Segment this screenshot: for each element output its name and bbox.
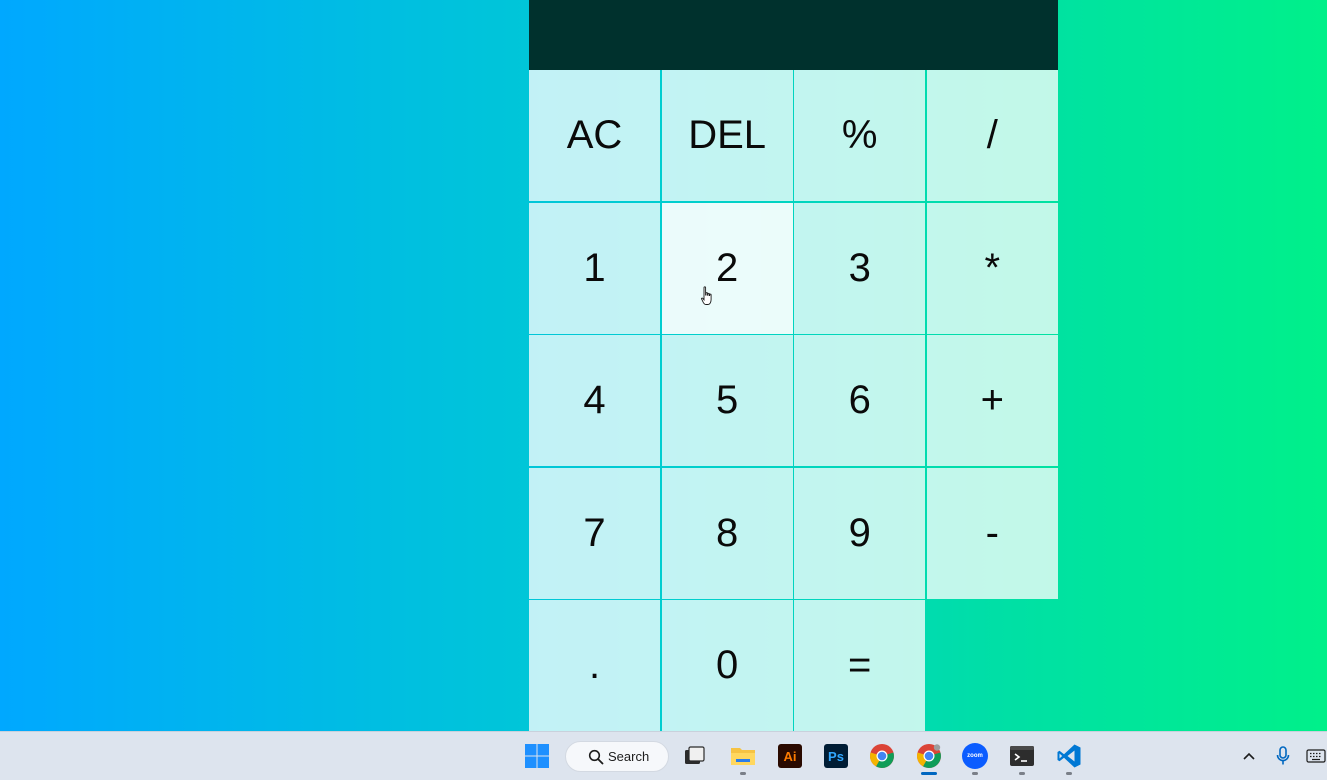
chrome-icon[interactable] xyxy=(868,742,896,770)
running-indicator xyxy=(1066,772,1072,775)
percent-button[interactable]: % xyxy=(794,70,926,201)
microphone-icon[interactable] xyxy=(1274,744,1292,768)
add-button[interactable]: + xyxy=(926,335,1058,467)
chevron-up-icon[interactable] xyxy=(1240,744,1258,768)
taskbar: Search Ai Ps zoom xyxy=(0,731,1327,780)
subtract-button[interactable]: - xyxy=(926,467,1058,599)
digit-5-button[interactable]: 5 xyxy=(661,335,793,467)
calculator: AC DEL%/ 1 2 3 * 4 5 6 +7 8 9-. 0 = xyxy=(529,0,1058,732)
multiply-button[interactable]: * xyxy=(926,202,1058,334)
windows-start-icon[interactable] xyxy=(523,742,551,770)
digit-4-button[interactable]: 4 xyxy=(529,335,660,467)
digit-2-button[interactable]: 2 xyxy=(661,202,793,334)
running-indicator xyxy=(740,772,746,775)
task-view-icon[interactable] xyxy=(680,742,708,770)
chrome-dev-icon[interactable] xyxy=(915,742,943,775)
keypad: AC DEL%/ 1 2 3 * 4 5 6 +7 8 9-. 0 = xyxy=(529,70,1058,732)
running-indicator xyxy=(972,772,978,775)
digit-6-button[interactable]: 6 xyxy=(794,335,926,467)
taskbar-search-box[interactable]: Search xyxy=(565,741,669,772)
digit-7-button[interactable]: 7 xyxy=(529,467,660,599)
delete-button[interactable]: DEL xyxy=(661,70,793,201)
digit-8-button[interactable]: 8 xyxy=(661,467,793,599)
adobe-photoshop-icon[interactable]: Ps xyxy=(822,742,850,770)
decimal-button[interactable]: . xyxy=(529,600,660,732)
active-indicator xyxy=(921,772,937,775)
calculator-display xyxy=(529,0,1058,70)
zoom-icon[interactable]: zoom xyxy=(961,742,989,775)
search-label: Search xyxy=(608,749,650,764)
equals-button[interactable]: = xyxy=(794,600,926,732)
running-indicator xyxy=(1019,772,1025,775)
all-clear-button[interactable]: AC xyxy=(529,70,660,201)
adobe-illustrator-icon[interactable]: Ai xyxy=(776,742,804,770)
file-explorer-icon[interactable] xyxy=(729,742,757,775)
vscode-icon[interactable] xyxy=(1055,742,1083,775)
search-icon xyxy=(588,749,604,765)
digit-0-button[interactable]: 0 xyxy=(661,600,793,732)
divide-button[interactable]: / xyxy=(926,70,1058,201)
digit-1-button[interactable]: 1 xyxy=(529,202,660,334)
digit-3-button[interactable]: 3 xyxy=(794,202,926,334)
digit-9-button[interactable]: 9 xyxy=(794,467,926,599)
hand-cursor-icon xyxy=(701,286,712,305)
keyboard-icon[interactable] xyxy=(1305,744,1327,768)
terminal-icon[interactable] xyxy=(1008,742,1036,775)
